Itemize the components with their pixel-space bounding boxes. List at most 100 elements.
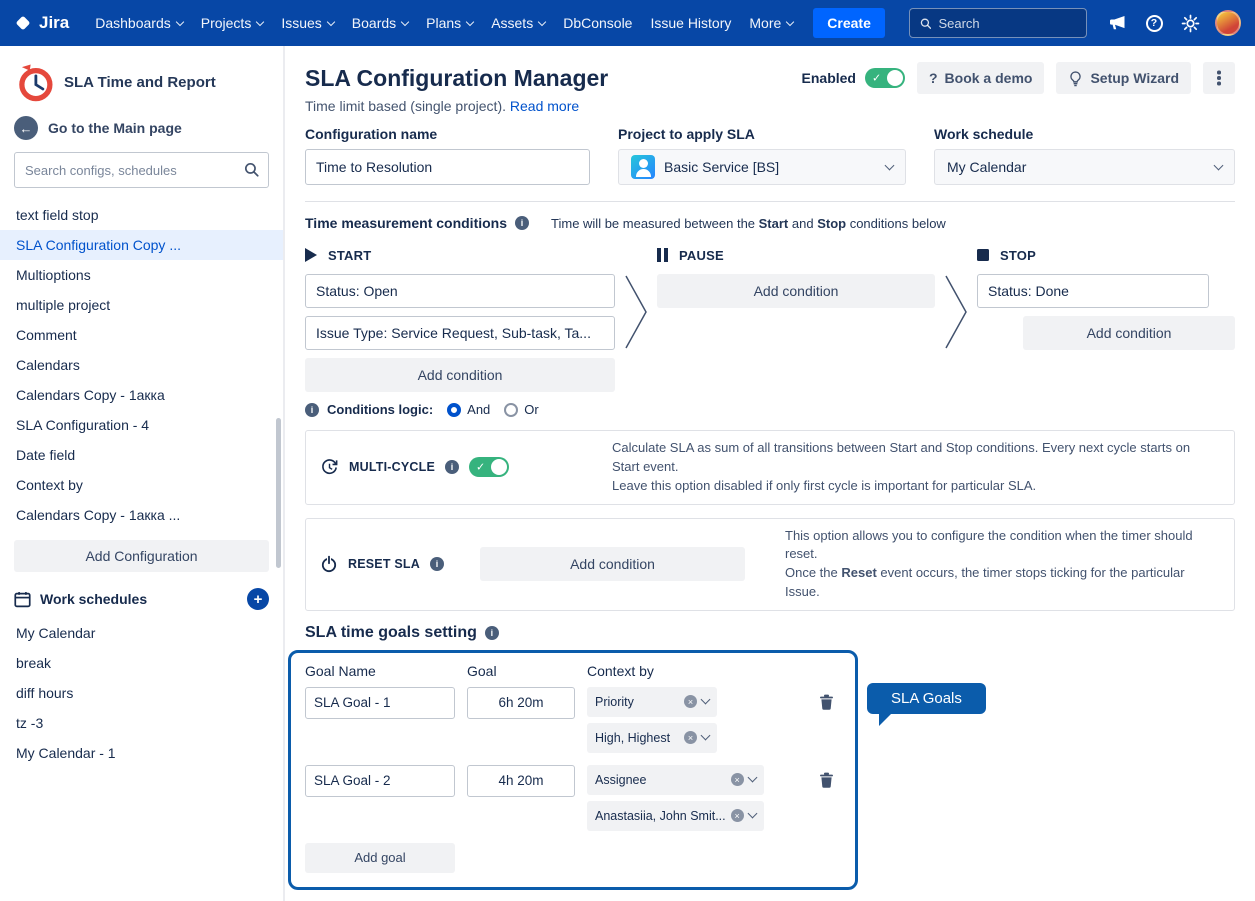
clear-icon[interactable] — [684, 731, 697, 744]
goals-table: Goal Name Goal Context by Priority High,… — [288, 650, 858, 890]
schedule-label: Work schedule — [934, 126, 1235, 142]
add-goal-button[interactable]: Add goal — [305, 843, 455, 873]
schedule-item[interactable]: tz -3 — [0, 708, 283, 738]
setup-wizard-button[interactable]: Setup Wizard — [1056, 62, 1191, 94]
schedule-item[interactable]: diff hours — [0, 678, 283, 708]
back-to-main-link[interactable]: Go to the Main page — [0, 116, 283, 140]
config-item[interactable]: SLA Configuration - 4 — [0, 410, 283, 440]
context-field-select[interactable]: Assignee — [587, 765, 764, 795]
config-item[interactable]: Multioptions — [0, 260, 283, 290]
nav-item-projects[interactable]: Projects — [193, 9, 272, 37]
app-name: SLA Time and Report — [64, 74, 216, 91]
stop-add-condition-button[interactable]: Add condition — [1023, 316, 1235, 350]
delete-goal-button[interactable] — [811, 765, 841, 795]
config-item[interactable]: text field stop — [0, 200, 283, 230]
add-schedule-button[interactable] — [247, 588, 269, 610]
goal-name-input[interactable] — [305, 687, 455, 719]
enabled-control: Enabled — [802, 68, 905, 88]
project-select[interactable]: Basic Service [BS] — [618, 149, 906, 185]
delete-goal-button[interactable] — [811, 687, 841, 717]
read-more-link[interactable]: Read more — [510, 98, 579, 114]
nav-item-assets[interactable]: Assets — [483, 9, 553, 37]
add-configuration-button[interactable]: Add Configuration — [14, 540, 269, 572]
logic-and-radio[interactable]: And — [447, 402, 490, 417]
radio-unchecked-icon — [504, 403, 518, 417]
help-icon[interactable] — [1139, 8, 1169, 38]
chevron-down-icon — [1214, 160, 1224, 170]
chevron-down-icon — [885, 160, 895, 170]
info-icon[interactable] — [485, 626, 499, 640]
nav-item-boards[interactable]: Boards — [344, 9, 416, 37]
config-name-input[interactable] — [305, 149, 590, 185]
clear-icon[interactable] — [684, 695, 697, 708]
multi-cycle-description: Calculate SLA as sum of all transitions … — [612, 439, 1220, 496]
settings-gear-icon[interactable] — [1175, 8, 1205, 38]
nav-item-issue-history[interactable]: Issue History — [642, 9, 739, 37]
nav-item-issues[interactable]: Issues — [273, 9, 341, 37]
pause-label: PAUSE — [679, 248, 724, 263]
back-label: Go to the Main page — [48, 120, 182, 136]
reset-sla-box: RESET SLA Add condition This option allo… — [305, 518, 1235, 611]
schedule-item[interactable]: break — [0, 648, 283, 678]
book-demo-button[interactable]: Book a demo — [917, 62, 1044, 94]
sidebar: SLA Time and Report Go to the Main page … — [0, 46, 285, 901]
config-item[interactable]: Calendars Copy - 1акка — [0, 380, 283, 410]
context-values-select[interactable]: High, Highest — [587, 723, 717, 753]
multi-cycle-toggle[interactable] — [469, 457, 509, 477]
context-field-value: Assignee — [595, 773, 726, 787]
multi-cycle-label: MULTI-CYCLE — [349, 460, 435, 474]
context-field-select[interactable]: Priority — [587, 687, 717, 717]
context-values-value: High, Highest — [595, 731, 679, 745]
sidebar-scrollbar[interactable] — [276, 418, 281, 568]
schedule-item[interactable]: My Calendar - 1 — [0, 738, 283, 768]
chevron-separator — [943, 272, 969, 417]
power-icon — [320, 555, 338, 573]
work-schedule-select[interactable]: My Calendar — [934, 149, 1235, 185]
goal-value-input[interactable] — [467, 765, 575, 797]
start-add-condition-button[interactable]: Add condition — [305, 358, 615, 392]
logic-or-radio[interactable]: Or — [504, 402, 538, 417]
start-condition[interactable]: Issue Type: Service Request, Sub-task, T… — [305, 316, 615, 350]
schedule-item[interactable]: My Calendar — [0, 618, 283, 648]
schedule-group: Work schedule My Calendar — [934, 126, 1235, 185]
config-item[interactable]: Calendars Copy - 1акка ... — [0, 500, 283, 530]
create-button[interactable]: Create — [813, 8, 885, 38]
chevron-down-icon — [176, 17, 184, 25]
config-item[interactable]: multiple project — [0, 290, 283, 320]
stop-condition[interactable]: Status: Done — [977, 274, 1209, 308]
announcement-icon[interactable] — [1103, 8, 1133, 38]
nav-item-more[interactable]: More — [741, 9, 801, 37]
info-icon[interactable] — [430, 557, 444, 571]
info-icon[interactable] — [445, 460, 459, 474]
config-item-selected[interactable]: SLA Configuration Copy ... — [0, 230, 283, 260]
config-name-group: Configuration name — [305, 126, 590, 185]
reset-add-condition-button[interactable]: Add condition — [480, 547, 745, 581]
nav-item-dbconsole[interactable]: DbConsole — [555, 9, 640, 37]
goal-value-input[interactable] — [467, 687, 575, 719]
enabled-toggle[interactable] — [865, 68, 905, 88]
pause-header: PAUSE — [657, 244, 935, 266]
nav-item-plans[interactable]: Plans — [418, 9, 481, 37]
nav-item-dashboards[interactable]: Dashboards — [87, 9, 191, 37]
context-values-select[interactable]: Anastasiia, John Smit... — [587, 801, 764, 831]
info-icon[interactable] — [515, 216, 529, 230]
context-values-value: Anastasiia, John Smit... — [595, 809, 726, 823]
goal-name-input[interactable] — [305, 765, 455, 797]
config-item[interactable]: Comment — [0, 320, 283, 350]
jira-logo[interactable]: Jira — [14, 13, 69, 33]
user-avatar[interactable] — [1215, 10, 1241, 36]
nav-search[interactable] — [909, 8, 1087, 38]
info-icon[interactable] — [305, 403, 319, 417]
more-menu-button[interactable] — [1203, 62, 1235, 94]
clear-icon[interactable] — [731, 809, 744, 822]
reset-sla-description: This option allows you to configure the … — [785, 527, 1220, 602]
goal-column: Goal — [467, 663, 575, 679]
config-item[interactable]: Calendars — [0, 350, 283, 380]
start-condition[interactable]: Status: Open — [305, 274, 615, 308]
clear-icon[interactable] — [731, 773, 744, 786]
config-item[interactable]: Context by — [0, 470, 283, 500]
config-item[interactable]: Date field — [0, 440, 283, 470]
sidebar-search-input[interactable] — [14, 152, 269, 188]
nav-search-input[interactable] — [938, 16, 1076, 31]
pause-add-condition-button[interactable]: Add condition — [657, 274, 935, 308]
